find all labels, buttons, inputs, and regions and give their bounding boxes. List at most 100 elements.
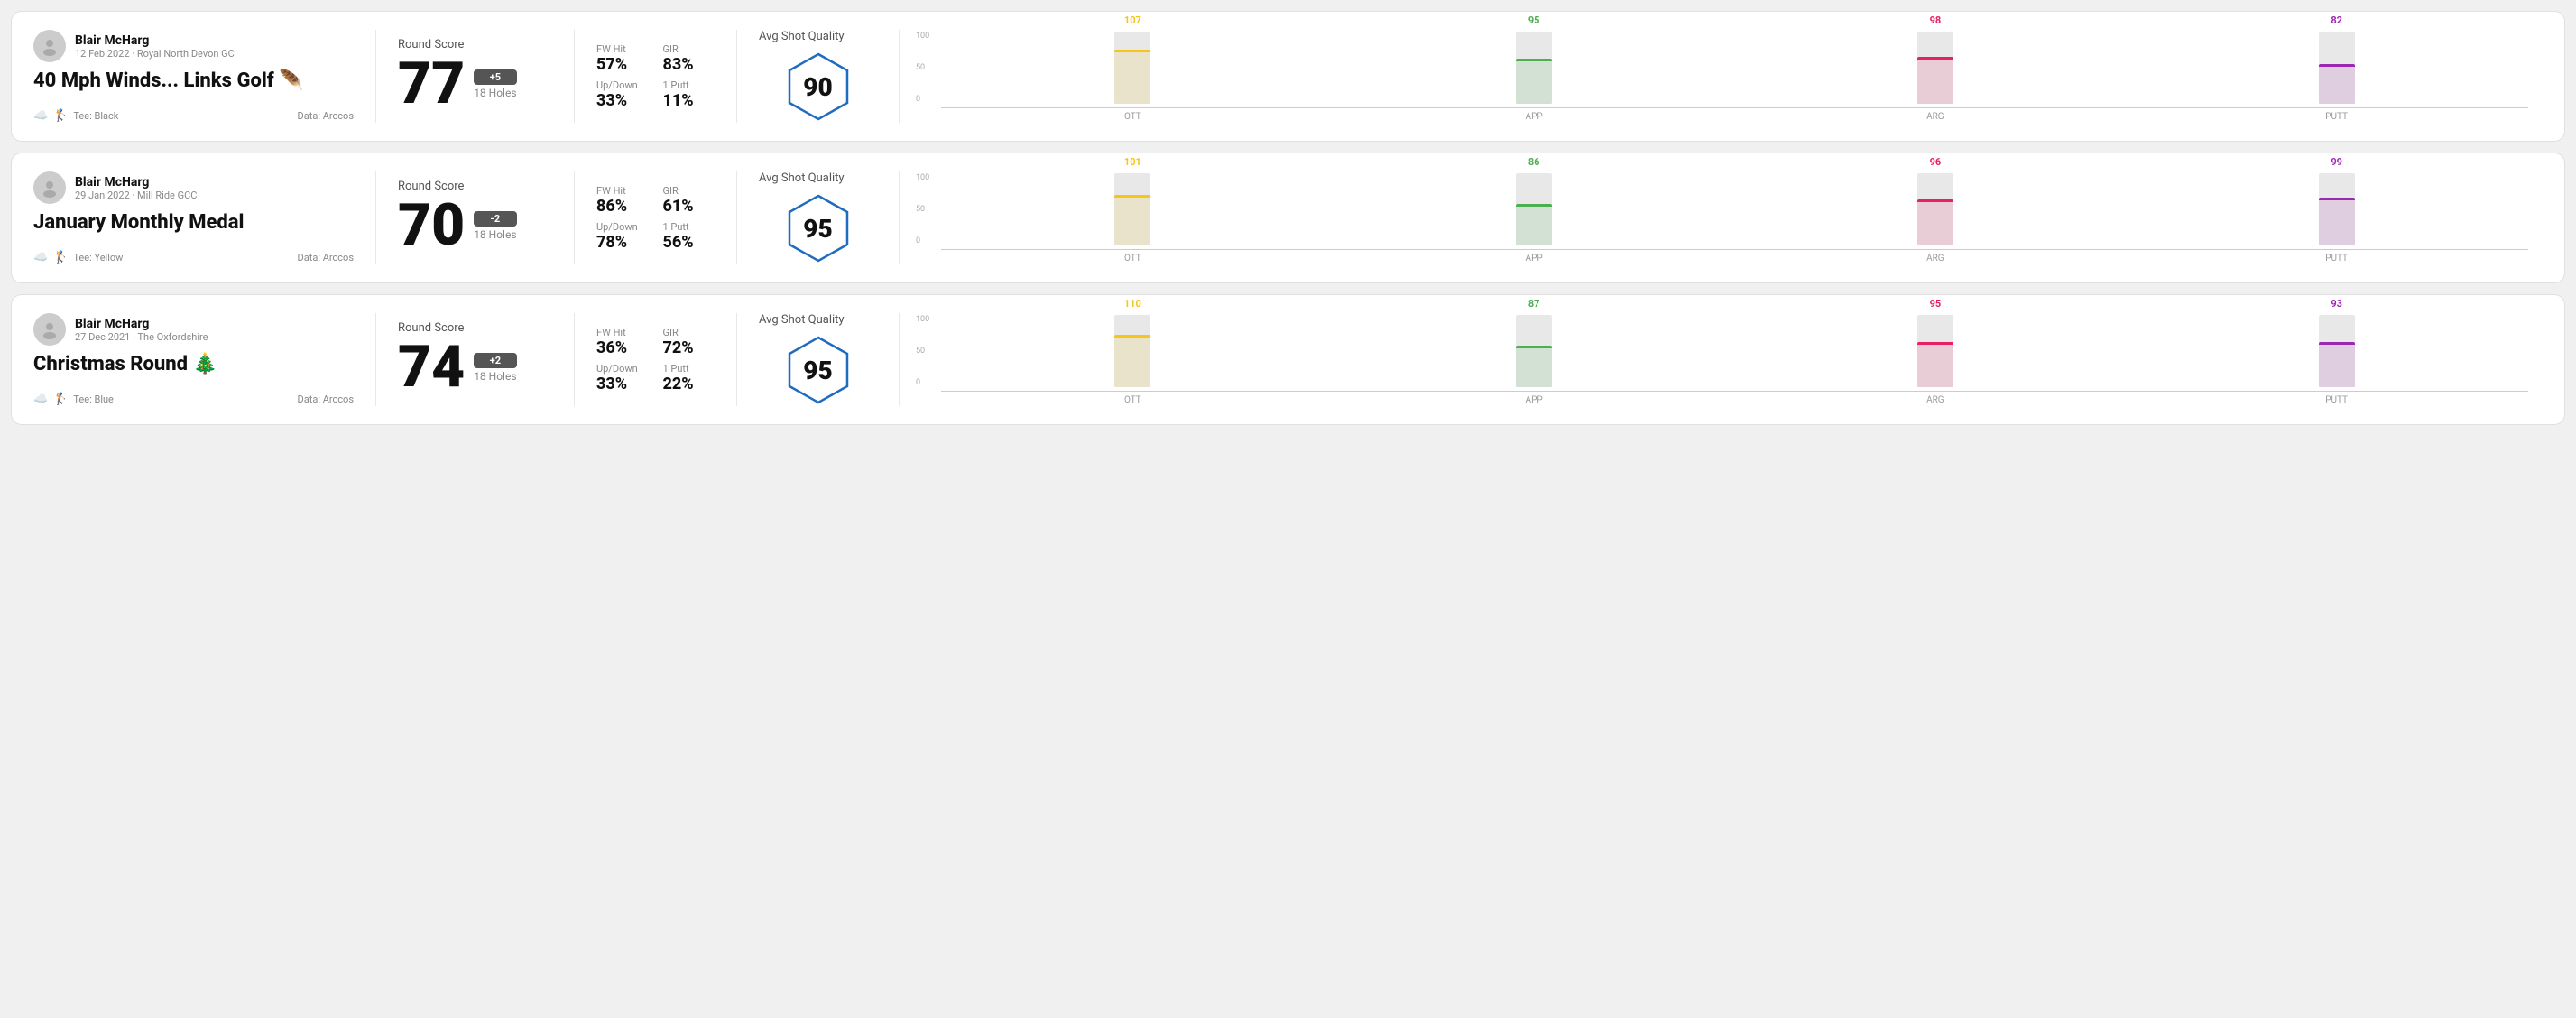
- stat-value-2: 78%: [596, 233, 649, 252]
- golf-icon: 🏌️: [53, 251, 68, 264]
- holes-label: 18 Holes: [474, 370, 516, 383]
- stat-name-2: Up/Down: [596, 79, 649, 91]
- stat-value-3: 22%: [663, 375, 716, 393]
- score-badge: -2: [474, 211, 516, 227]
- stat-name-0: FW Hit: [596, 43, 649, 55]
- hexagon: 95: [782, 334, 854, 406]
- player-footer: ☁️ 🏌️ Tee: Yellow Data: Arccos: [33, 251, 354, 264]
- tee-label: Tee: Yellow: [73, 252, 123, 264]
- bar-label-arg: ARG: [1744, 254, 2128, 264]
- stat-item-0: FW Hit 36%: [596, 327, 649, 357]
- stat-name-1: GIR: [663, 185, 716, 197]
- score-section: Round Score 74 +2 18 Holes: [376, 313, 575, 406]
- chart-section: 100 50 0 101 86: [900, 171, 2543, 264]
- player-header: Blair McHarg 27 Dec 2021 · The Oxfordshi…: [33, 313, 354, 346]
- player-date-course: 27 Dec 2021 · The Oxfordshire: [75, 331, 208, 343]
- stats-grid: FW Hit 86% GIR 61% Up/Down 78% 1 Pu: [596, 185, 715, 252]
- bar-label-ott: OTT: [941, 395, 1325, 405]
- stats-section: FW Hit 57% GIR 83% Up/Down 33% 1 Pu: [575, 30, 737, 123]
- tee-label: Tee: Black: [73, 110, 118, 122]
- stat-item-3: 1 Putt 22%: [663, 363, 716, 393]
- round-title: Christmas Round 🎄: [33, 353, 354, 376]
- y-axis: 100 50 0: [916, 32, 929, 104]
- player-info: Blair McHarg 29 Jan 2022 · Mill Ride GCC: [75, 175, 197, 201]
- bar-value-ott: 107: [1124, 14, 1141, 26]
- stat-value-3: 56%: [663, 233, 716, 252]
- tee-info: ☁️ 🏌️ Tee: Black: [33, 109, 118, 123]
- stat-item-2: Up/Down 33%: [596, 79, 649, 110]
- bar-label-ott: OTT: [941, 254, 1325, 264]
- bar-group-ott: 101: [941, 156, 1325, 245]
- stat-name-3: 1 Putt: [663, 79, 716, 91]
- score-badge-col: -2 18 Holes: [474, 211, 516, 241]
- bar-group-putt: 99: [2145, 156, 2528, 245]
- weather-icon: ☁️: [33, 393, 48, 406]
- player-info: Blair McHarg 12 Feb 2022 · Royal North D…: [75, 33, 235, 60]
- player-section: Blair McHarg 12 Feb 2022 · Royal North D…: [33, 30, 376, 123]
- data-source: Data: Arccos: [298, 110, 354, 122]
- stats-section: FW Hit 86% GIR 61% Up/Down 78% 1 Pu: [575, 171, 737, 264]
- chart-section: 100 50 0 110 87: [900, 313, 2543, 406]
- bar-group-app: 95: [1343, 14, 1726, 104]
- bar-group-ott: 107: [941, 14, 1325, 104]
- bar-label-arg: ARG: [1744, 395, 2128, 405]
- avatar: [33, 313, 66, 346]
- chart-section: 100 50 0 107 95: [900, 30, 2543, 123]
- bar-label-app: APP: [1343, 395, 1726, 405]
- stat-value-1: 61%: [663, 197, 716, 216]
- player-section: Blair McHarg 29 Jan 2022 · Mill Ride GCC…: [33, 171, 376, 264]
- player-date-course: 12 Feb 2022 · Royal North Devon GC: [75, 48, 235, 60]
- stat-item-1: GIR 61%: [663, 185, 716, 216]
- bar-group-app: 87: [1343, 298, 1726, 387]
- hexagon: 90: [782, 51, 854, 123]
- bar-label-putt: PUTT: [2145, 254, 2528, 264]
- player-name: Blair McHarg: [75, 175, 197, 190]
- quality-section: Avg Shot Quality 95: [737, 171, 900, 264]
- hexagon-container: 95: [759, 192, 877, 264]
- stat-item-3: 1 Putt 11%: [663, 79, 716, 110]
- bar-label-putt: PUTT: [2145, 112, 2528, 122]
- bar-chart-container: 100 50 0 110 87: [914, 315, 2528, 405]
- bar-group-putt: 82: [2145, 14, 2528, 104]
- bar-label-arg: ARG: [1744, 112, 2128, 122]
- bar-value-app: 86: [1528, 156, 1540, 168]
- player-header: Blair McHarg 12 Feb 2022 · Royal North D…: [33, 30, 354, 62]
- tee-info: ☁️ 🏌️ Tee: Blue: [33, 393, 114, 406]
- data-source: Data: Arccos: [298, 252, 354, 264]
- hexagon-score: 95: [803, 214, 832, 244]
- stat-value-0: 86%: [596, 197, 649, 216]
- quality-label: Avg Shot Quality: [759, 171, 845, 185]
- score-badge-col: +5 18 Holes: [474, 69, 516, 99]
- holes-label: 18 Holes: [474, 87, 516, 99]
- stats-grid: FW Hit 57% GIR 83% Up/Down 33% 1 Pu: [596, 43, 715, 110]
- round-title: January Monthly Medal: [33, 211, 354, 235]
- score-number: 77: [398, 55, 465, 113]
- y-axis: 100 50 0: [916, 315, 929, 387]
- bar-group-arg: 96: [1744, 156, 2128, 245]
- stats-grid: FW Hit 36% GIR 72% Up/Down 33% 1 Pu: [596, 327, 715, 393]
- stat-name-2: Up/Down: [596, 221, 649, 233]
- bar-value-arg: 96: [1930, 156, 1942, 168]
- bar-label-putt: PUTT: [2145, 395, 2528, 405]
- round-card-round2: Blair McHarg 29 Jan 2022 · Mill Ride GCC…: [11, 153, 2565, 283]
- bar-group-ott: 110: [941, 298, 1325, 387]
- bar-value-app: 95: [1528, 14, 1540, 26]
- bar-value-putt: 82: [2331, 14, 2342, 26]
- holes-label: 18 Holes: [474, 228, 516, 241]
- hexagon: 95: [782, 192, 854, 264]
- round-card-round3: Blair McHarg 27 Dec 2021 · The Oxfordshi…: [11, 294, 2565, 425]
- bar-value-app: 87: [1528, 298, 1540, 310]
- stat-value-1: 83%: [663, 55, 716, 74]
- stat-value-1: 72%: [663, 338, 716, 357]
- bar-value-putt: 93: [2331, 298, 2342, 310]
- stat-item-2: Up/Down 33%: [596, 363, 649, 393]
- stat-value-3: 11%: [663, 91, 716, 110]
- stat-item-0: FW Hit 86%: [596, 185, 649, 216]
- tee-info: ☁️ 🏌️ Tee: Yellow: [33, 251, 123, 264]
- hexagon-score: 95: [803, 356, 832, 385]
- bar-value-arg: 98: [1930, 14, 1942, 26]
- weather-icon: ☁️: [33, 109, 48, 123]
- score-number: 74: [398, 338, 465, 396]
- stat-item-3: 1 Putt 56%: [663, 221, 716, 252]
- stat-item-0: FW Hit 57%: [596, 43, 649, 74]
